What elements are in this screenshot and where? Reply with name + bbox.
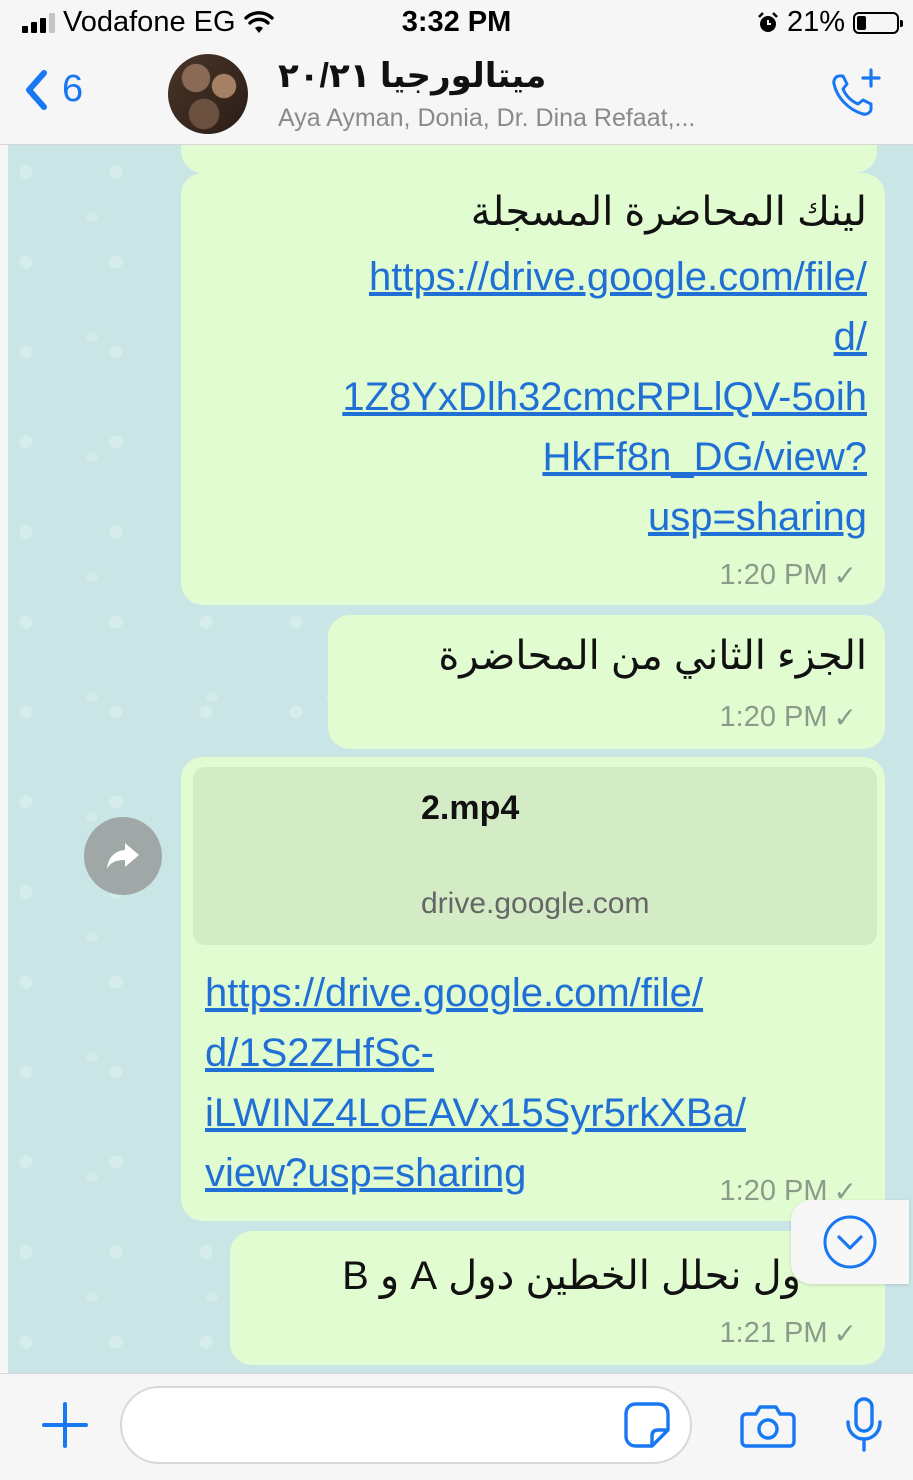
link-line[interactable]: https://drive.google.com/file/ [205,963,875,1023]
status-bar: Vodafone EG 3:32 PM 21% [0,0,913,44]
message-input[interactable] [120,1386,692,1464]
preview-title: 2.mp4 [421,789,520,827]
message-time: 1:20 PM [719,701,828,733]
camera-icon[interactable] [740,1402,796,1448]
message-meta: 1:20 PM ✓ [720,701,857,734]
group-title[interactable]: ميتالورجيا ٢٠/٢١ [278,56,798,96]
link-line[interactable]: d/1S2ZHfSc- [205,1023,875,1083]
message-text: لينك المحاضرة المسجلة [470,190,867,234]
battery-icon [853,11,903,34]
sticker-icon[interactable] [622,1400,672,1450]
link-line[interactable]: usp=sharing [207,487,867,547]
scroll-down-icon [823,1215,877,1269]
group-avatar[interactable] [168,54,248,134]
link-line[interactable]: iLWINZ4LoEAVx15Syr5rkXBa/ [205,1083,875,1143]
message-link[interactable]: https://drive.google.com/file/ d/ 1Z8YxD… [207,247,867,547]
forward-icon [107,843,139,869]
alarm-icon [758,11,778,32]
message-text: ول نحلل الخطين دول A و B [342,1254,801,1298]
read-check-icon: ✓ [833,1318,857,1349]
message-bubble[interactable]: 2.mp4 drive.google.com https://drive.goo… [181,757,885,1221]
link-line[interactable]: 1Z8YxDlh32cmcRPLlQV-5oih [207,367,867,427]
message-bubble[interactable]: ول نحلل الخطين دول A و B 1:21 PM ✓ [230,1231,885,1365]
message-bubble-partial[interactable] [181,145,877,173]
message-time: 1:20 PM [719,559,828,591]
read-check-icon: ✓ [833,560,857,591]
read-check-icon: ✓ [833,702,857,733]
microphone-icon[interactable] [844,1396,884,1454]
add-call-icon[interactable] [827,66,883,122]
message-time: 1:21 PM [719,1317,828,1349]
link-line[interactable]: HkFf8n_DG/view? [207,427,867,487]
chat-area[interactable]: لينك المحاضرة المسجلة https://drive.goog… [8,145,913,1373]
forward-button[interactable] [84,817,162,895]
compose-bar [0,1373,913,1480]
message-bubble[interactable]: الجزء الثاني من المحاضرة 1:20 PM ✓ [328,615,885,749]
battery-group: 21% [757,6,903,39]
unread-count: 6 [62,68,84,110]
link-line[interactable]: https://drive.google.com/file/ [207,247,867,307]
plus-icon[interactable] [40,1400,90,1450]
message-bubble[interactable]: لينك المحاضرة المسجلة https://drive.goog… [181,173,885,605]
message-link[interactable]: https://drive.google.com/file/ d/1S2ZHfS… [205,963,875,1203]
preview-domain: drive.google.com [421,887,650,920]
message-meta: 1:21 PM ✓ [720,1317,857,1350]
chat-header: 6 ميتالورجيا ٢٠/٢١ Aya Ayman, Donia, Dr.… [0,44,913,145]
group-members[interactable]: Aya Ayman, Donia, Dr. Dina Refaat,... [278,104,818,133]
back-chevron-icon [26,69,47,110]
link-line[interactable]: d/ [207,307,867,367]
scroll-down-button[interactable] [791,1200,909,1284]
back-button[interactable]: 6 [24,68,83,111]
battery-percent: 21% [786,6,845,38]
message-text: الجزء الثاني من المحاضرة [438,634,867,678]
message-meta: 1:20 PM ✓ [720,559,857,592]
link-preview[interactable]: 2.mp4 drive.google.com [193,767,877,945]
